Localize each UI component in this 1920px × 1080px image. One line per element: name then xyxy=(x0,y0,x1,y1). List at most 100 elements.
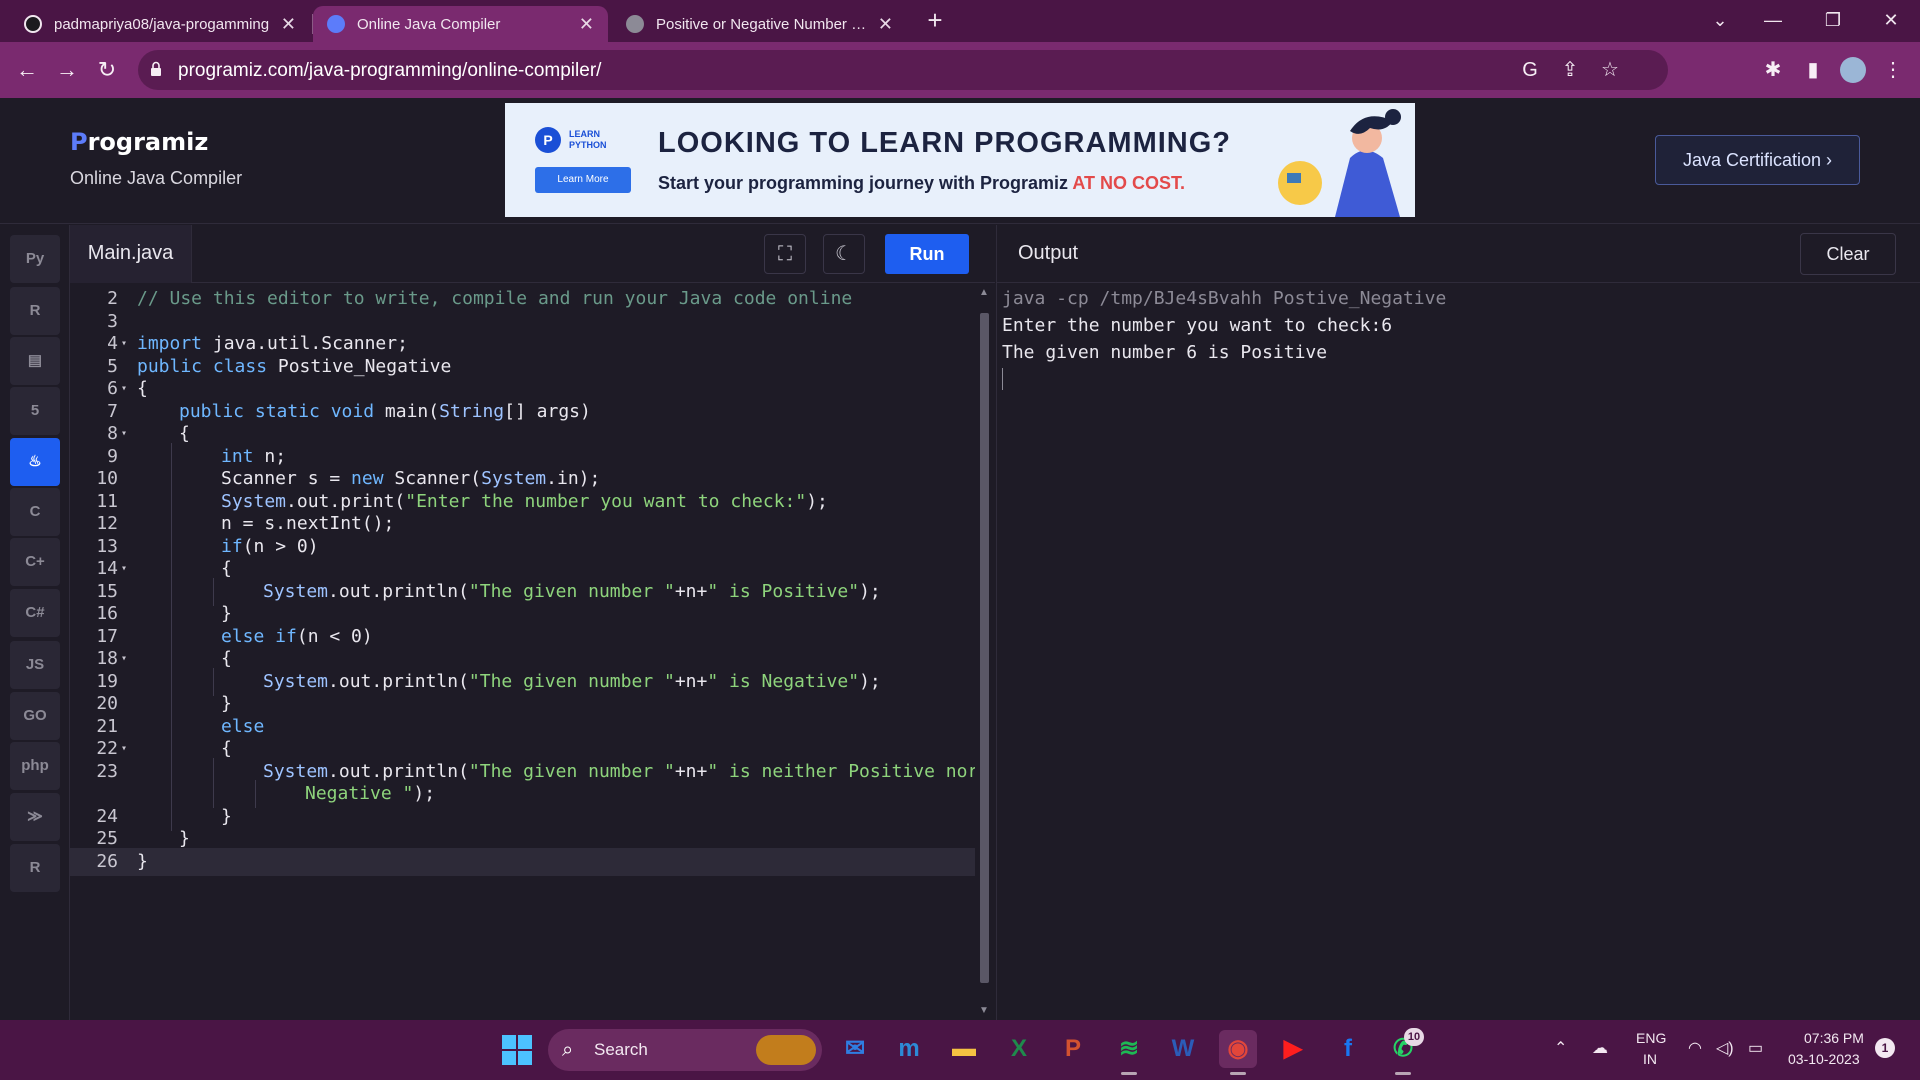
menu-icon[interactable]: ⋮ xyxy=(1877,54,1909,86)
page-subtitle: Online Java Compiler xyxy=(70,168,243,188)
site-header: Programiz Online Java Compiler P LEARN P… xyxy=(0,98,1920,224)
close-icon[interactable]: ✕ xyxy=(281,14,296,35)
bookmark-star-icon[interactable]: ☆ xyxy=(1598,58,1622,82)
scroll-down-icon[interactable]: ▼ xyxy=(979,1005,989,1016)
ad-subline: Start your programming journey with Prog… xyxy=(658,173,1185,194)
file-explorer-icon[interactable]: ▬ xyxy=(945,1030,983,1068)
windows-start-icon[interactable] xyxy=(502,1035,532,1065)
clock-date[interactable]: 03-10-2023 xyxy=(1788,1051,1860,1067)
close-icon[interactable]: ✕ xyxy=(878,14,893,35)
search-label: Search xyxy=(594,1040,648,1059)
swift-icon[interactable]: ≫ xyxy=(10,793,60,841)
github-icon xyxy=(24,15,42,33)
share-icon[interactable]: ⇪ xyxy=(1558,58,1582,82)
ad-banner[interactable]: P LEARN PYTHON Learn More LOOKING TO LEA… xyxy=(505,103,1415,217)
output-title: Output xyxy=(1018,242,1079,264)
programiz-logo[interactable]: Programiz xyxy=(70,128,208,156)
python-icon[interactable]: Py xyxy=(10,235,60,283)
avatar[interactable] xyxy=(1837,54,1869,86)
scroll-up-icon[interactable]: ▲ xyxy=(979,287,989,298)
cpp-icon[interactable]: C+ xyxy=(10,538,60,586)
clear-button[interactable]: Clear xyxy=(1800,233,1896,275)
tray-overflow-icon[interactable]: ⌃ xyxy=(1554,1038,1567,1058)
fullscreen-icon[interactable]: ⛶ xyxy=(764,234,806,274)
scrollbar-thumb[interactable] xyxy=(980,313,989,983)
html5-icon[interactable]: 5 xyxy=(10,387,60,435)
running-indicator xyxy=(1395,1072,1411,1075)
youtube-icon[interactable]: ▶ xyxy=(1274,1030,1312,1068)
text-cursor xyxy=(1002,368,1003,390)
c-icon[interactable]: C xyxy=(10,488,60,536)
forward-icon[interactable]: → xyxy=(51,54,83,86)
lock-icon xyxy=(151,61,161,76)
output-panel: Output Clear java -cp /tmp/BJe4sBvahh Po… xyxy=(996,225,1920,1020)
mylp-icon[interactable]: m xyxy=(890,1030,928,1068)
taskbar: ⌕ Search ✉ m ▬ X P ≋ W ◉ ▶ f ✆ 10 ⌃ ☁ ENG IN ◠ ◁) … xyxy=(0,1020,1920,1080)
tab-positive-negative[interactable]: Positive or Negative Number in J ✕ xyxy=(612,6,907,42)
minimize-icon[interactable]: — xyxy=(1748,0,1798,40)
php-icon[interactable]: php xyxy=(10,742,60,790)
extensions-icon[interactable]: ✱ xyxy=(1757,54,1789,86)
programiz-icon xyxy=(327,15,345,33)
run-button[interactable]: Run xyxy=(885,234,969,274)
js-icon[interactable]: JS xyxy=(10,641,60,689)
line-number: 26 xyxy=(96,850,118,872)
battery-icon[interactable]: ▭ xyxy=(1748,1038,1763,1058)
volume-icon[interactable]: ◁) xyxy=(1716,1038,1734,1058)
url-text[interactable]: programiz.com/java-programming/online-co… xyxy=(178,60,601,82)
logo-letter: P xyxy=(70,128,88,156)
tab-search-icon[interactable]: ⌄ xyxy=(1695,0,1745,40)
rust-icon[interactable]: R xyxy=(10,844,60,892)
running-indicator xyxy=(1230,1072,1246,1075)
ad-illustration xyxy=(1278,109,1401,217)
ad-python-badge: P LEARN PYTHON xyxy=(535,127,631,153)
java-certification-button[interactable]: Java Certification › xyxy=(1655,135,1860,185)
search-highlight-icon xyxy=(756,1035,816,1065)
tab-github[interactable]: padmapriya08/java-progamming ✕ xyxy=(10,6,310,42)
new-tab-button[interactable]: + xyxy=(920,6,950,36)
clock-time[interactable]: 07:36 PM xyxy=(1804,1030,1864,1046)
editor-toolbar: Main.java ⛶ ☾ Run xyxy=(70,225,995,283)
side-panel-icon[interactable]: ▮ xyxy=(1797,54,1829,86)
address-bar[interactable]: programiz.com/java-programming/online-co… xyxy=(138,50,1668,90)
taskbar-search[interactable]: ⌕ Search xyxy=(548,1029,822,1071)
facebook-icon[interactable]: f xyxy=(1329,1030,1367,1068)
word-icon[interactable]: W xyxy=(1164,1030,1202,1068)
restore-icon[interactable]: ❐ xyxy=(1808,0,1858,40)
spotify-icon[interactable]: ≋ xyxy=(1110,1030,1148,1068)
search-icon: ⌕ xyxy=(562,1039,574,1061)
chrome-icon[interactable]: ◉ xyxy=(1219,1030,1257,1068)
editor-scrollbar[interactable]: ▲ ▼ xyxy=(975,283,995,1020)
google-icon[interactable]: G xyxy=(1518,58,1542,82)
code-editor-panel: Main.java ⛶ ☾ Run 2// Use this editor to… xyxy=(70,225,995,1020)
output-header: Output Clear xyxy=(997,225,1920,283)
language-indicator[interactable]: ENG xyxy=(1636,1030,1666,1046)
code-area[interactable]: 2// Use this editor to write, compile an… xyxy=(70,283,975,1020)
r-icon[interactable]: R xyxy=(10,287,60,335)
powerpoint-icon[interactable]: P xyxy=(1054,1030,1092,1068)
excel-icon[interactable]: X xyxy=(1000,1030,1038,1068)
csharp-icon[interactable]: C# xyxy=(10,589,60,637)
wifi-icon[interactable]: ◠ xyxy=(1688,1038,1702,1058)
go-icon[interactable]: GO xyxy=(10,692,60,740)
ad-subline-highlight: AT NO COST. xyxy=(1072,173,1186,193)
reload-icon[interactable]: ↻ xyxy=(91,54,123,86)
notification-badge[interactable]: 1 xyxy=(1875,1038,1895,1058)
back-icon[interactable]: ← xyxy=(11,54,43,86)
ad-headline: LOOKING TO LEARN PROGRAMMING? xyxy=(658,127,1232,159)
file-tab-main-java[interactable]: Main.java xyxy=(70,225,192,283)
onedrive-icon[interactable]: ☁ xyxy=(1592,1038,1608,1058)
close-icon[interactable]: ✕ xyxy=(579,14,594,35)
code-line[interactable]: 26} xyxy=(70,847,975,876)
output-console[interactable]: java -cp /tmp/BJe4sBvahh Postive_Negativ… xyxy=(1002,285,1446,366)
java-icon[interactable]: ♨ xyxy=(10,438,60,486)
language-region[interactable]: IN xyxy=(1643,1051,1657,1067)
sql-icon[interactable]: ▤ xyxy=(10,337,60,385)
tab-title: Positive or Negative Number in J xyxy=(656,15,868,33)
window-close-icon[interactable]: ✕ xyxy=(1866,0,1916,40)
ad-learn-more-button[interactable]: Learn More xyxy=(535,167,631,193)
tab-online-java-compiler[interactable]: Online Java Compiler ✕ xyxy=(313,6,608,42)
dark-mode-icon[interactable]: ☾ xyxy=(823,234,865,274)
logo-text: rogramiz xyxy=(87,128,209,156)
mail-icon[interactable]: ✉ xyxy=(836,1030,874,1068)
